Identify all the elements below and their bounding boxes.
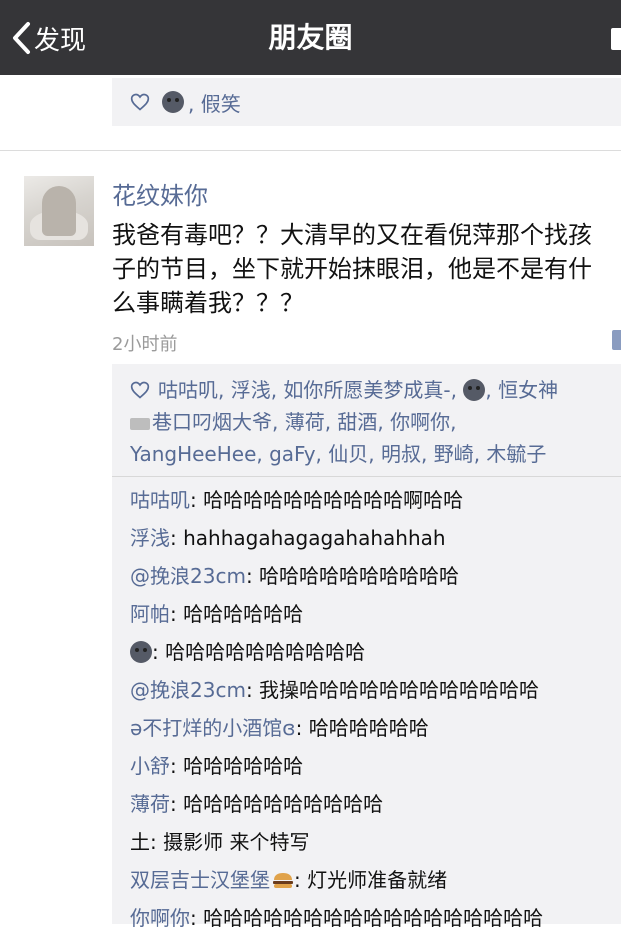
comment-text: : 哈哈哈哈哈哈哈哈哈哈啊哈哈 [190,488,464,512]
camera-icon[interactable] [611,28,621,50]
likes-line-1a[interactable]: 咕咕叽, 浮浅, 如你所愿美梦成真-, [158,378,457,402]
comment-text: : 哈哈哈哈哈哈哈哈哈哈哈哈哈哈哈哈哈 [190,906,544,930]
comment-item[interactable]: : 哈哈哈哈哈哈哈哈哈哈 [130,633,621,671]
post-text: 我爸有毒吧？？大清早的又在看倪萍那个找孩 子的节目，坐下就开始抹眼泪，他是不是有… [112,218,621,320]
comment-author[interactable]: 双层吉士汉堡堡 [130,868,270,892]
comment-text: : 哈哈哈哈哈哈 [295,716,429,740]
previous-likes-text[interactable]: , 假笑 [188,88,241,117]
likes-line-2[interactable]: 巷口叼烟大爷, 薄荷, 甜酒, 你啊你, [152,410,457,434]
emoji-avatar-icon [162,91,184,113]
post-text-line: 子的节目，坐下就开始抹眼泪，他是不是有什 [112,255,592,283]
post-text-line: 么事瞒着我？？？ [112,289,304,317]
post-author[interactable]: 花纹妹你 [112,176,208,211]
comment-author[interactable]: 薄荷 [130,792,170,816]
comment-author[interactable]: 阿帕 [130,602,170,626]
emoji-avatar-icon[interactable] [130,641,152,663]
likes-line-1b[interactable]: , 恒女神 [485,378,558,402]
comment-item[interactable]: 你啊你: 哈哈哈哈哈哈哈哈哈哈哈哈哈哈哈哈哈 [130,899,621,937]
more-options-button[interactable] [612,330,621,350]
likes-separator [112,476,621,477]
comment-item[interactable]: 浮浅: hahhagahagagahahahhah [130,519,621,557]
comment-text: : 灯光师准备就绪 [294,868,448,892]
likes-list: 咕咕叽, 浮浅, 如你所愿美梦成真-, , 恒女神 巷口叼烟大爷, 薄荷, 甜酒… [130,374,621,470]
comment-author[interactable]: ə不打烊的小酒馆ɞ [130,716,296,740]
comment-author[interactable]: @挽浪23cm [130,678,246,702]
comment-item[interactable]: 双层吉士汉堡堡 : 灯光师准备就绪 [130,861,621,899]
comments-panel: 咕咕叽, 浮浅, 如你所愿美梦成真-, , 恒女神 巷口叼烟大爷, 薄荷, 甜酒… [112,364,621,930]
comment-author[interactable]: 咕咕叽 [130,488,190,512]
comment-item[interactable]: 咕咕叽: 哈哈哈哈哈哈哈哈哈哈啊哈哈 [130,481,621,519]
burger-icon [273,873,293,888]
comment-text: : 哈哈哈哈哈哈哈哈哈哈 [152,640,366,664]
post-time: 2小时前 [112,334,178,355]
comment-text: : 摄影师 来个特写 [150,830,310,854]
comment-item[interactable]: 小舒: 哈哈哈哈哈哈 [130,747,621,785]
previous-post-likes: , 假笑 [112,78,621,126]
comment-item[interactable]: @挽浪23cm: 我操哈哈哈哈哈哈哈哈哈哈哈哈 [130,671,621,709]
comment-text: : 哈哈哈哈哈哈 [170,754,304,778]
comment-text: : 哈哈哈哈哈哈哈哈哈哈 [245,564,460,588]
navbar: 发现 朋友圈 [0,0,621,75]
comment-author[interactable]: 小舒 [130,754,170,778]
heart-icon [130,93,150,111]
comment-author[interactable]: 土 [130,830,150,854]
comment-item[interactable]: 薄荷: 哈哈哈哈哈哈哈哈哈哈 [130,785,621,823]
comment-author[interactable]: 你啊你 [130,906,190,930]
comment-author[interactable]: 浮浅 [130,526,170,550]
comment-item[interactable]: 土: 摄影师 来个特写 [130,823,621,861]
comment-text: : 我操哈哈哈哈哈哈哈哈哈哈哈哈 [245,678,540,702]
avatar[interactable] [24,176,94,246]
comment-item[interactable]: ə不打烊的小酒馆ɞ: 哈哈哈哈哈哈 [130,709,621,747]
comment-item[interactable]: @挽浪23cm: 哈哈哈哈哈哈哈哈哈哈 [130,557,621,595]
comment-text: : 哈哈哈哈哈哈 [170,602,304,626]
page-title: 朋友圈 [268,21,353,54]
comment-author[interactable]: @挽浪23cm [130,564,246,588]
comment-item[interactable]: 阿帕: 哈哈哈哈哈哈 [130,595,621,633]
comment-text: : 哈哈哈哈哈哈哈哈哈哈 [170,792,384,816]
post-text-line: 我爸有毒吧？？大清早的又在看倪萍那个找孩 [112,221,592,249]
divider [0,150,621,151]
pipe-icon [130,418,150,430]
heart-icon [130,381,150,399]
likes-line-3[interactable]: YangHeeHee, gaFy, 仙贝, 明叔, 野崎, 木毓子 [130,442,546,466]
emoji-avatar-icon [463,379,486,401]
comment-text: : hahhagahagagahahahhah [170,526,446,550]
